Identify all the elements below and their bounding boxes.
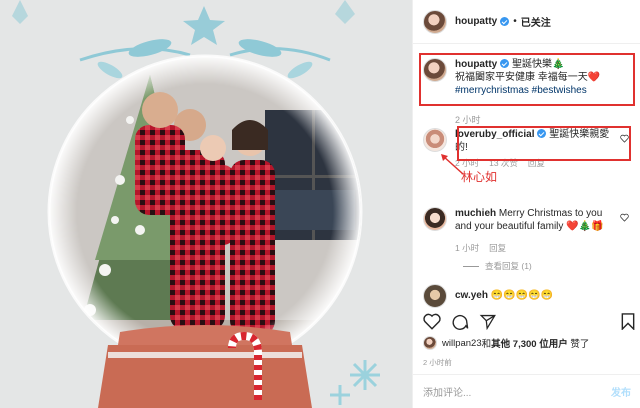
comment-3: cw.yeh 😁😁😁😁😁 (423, 284, 633, 308)
liker-username[interactable]: willpan23 (442, 338, 482, 349)
annotation-arrow-icon (441, 154, 464, 175)
liker-avatar[interactable] (423, 336, 437, 350)
post-comment-button[interactable]: 发布 (611, 384, 631, 399)
post-photo (0, 0, 412, 408)
comment-2: muchieh Merry Christmas to you and your … (423, 207, 633, 255)
following-button[interactable]: 已关注 (521, 14, 551, 29)
like-comment-heart-icon[interactable] (620, 213, 629, 222)
view-replies-link[interactable]: 查看回复 (1) (463, 260, 532, 272)
christmas-family-photo (0, 0, 412, 408)
save-bookmark-icon[interactable] (621, 313, 635, 330)
like-heart-icon[interactable] (423, 313, 441, 330)
comment-username[interactable]: cw.yeh (455, 290, 488, 301)
annotation-label: 林心如 (461, 170, 498, 184)
verified-icon (500, 17, 510, 26)
comment-icon[interactable] (451, 313, 469, 330)
likes-connector: 和 (481, 339, 492, 350)
share-icon[interactable] (479, 313, 497, 330)
highlight-box-caption (419, 53, 635, 106)
author-username[interactable]: houpatty (455, 16, 497, 27)
add-comment-input[interactable]: 添加评论... (423, 384, 611, 399)
author-avatar[interactable] (423, 9, 447, 34)
comment-text-cont: and your beautiful family ❤️🎄🎁 (455, 221, 604, 232)
comment-text: Merry Christmas to you (498, 208, 603, 219)
post-sidebar: houpatty • 已关注 houpatty 聖誕快樂🎄 祝福闔家平安健康 幸… (412, 0, 640, 408)
comment-avatar[interactable] (423, 284, 447, 308)
comment-avatar[interactable] (423, 128, 447, 152)
add-comment-bar: 添加评论... 发布 (413, 374, 640, 408)
highlight-box-comment (457, 126, 631, 161)
caption-time: 2 小时 (455, 115, 481, 125)
posted-time: 2 小时前 (423, 358, 452, 367)
comment-reply[interactable]: 回复 (489, 243, 506, 253)
comment-time: 1 小时 (455, 243, 480, 253)
likes-summary: willpan23 和 其他 7,300 位用户 赞了 (423, 336, 589, 350)
separator-dot: • (513, 16, 517, 27)
comment-avatar[interactable] (423, 207, 447, 231)
post-header: houpatty • 已关注 (413, 0, 640, 44)
likes-others[interactable]: 其他 7,300 位用户 (491, 336, 568, 350)
likes-tail: 赞了 (570, 339, 590, 350)
comment-text: 😁😁😁😁😁 (490, 290, 554, 301)
post-actions (423, 311, 635, 333)
comment-username[interactable]: muchieh (455, 208, 496, 219)
